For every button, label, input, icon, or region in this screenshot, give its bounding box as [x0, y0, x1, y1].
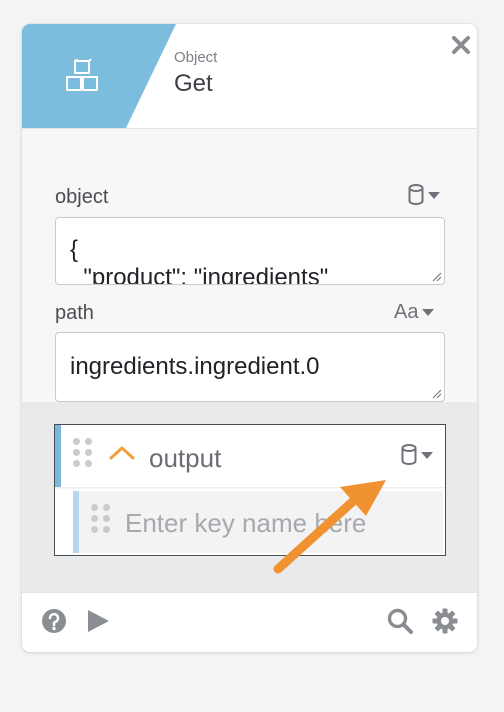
output-key-row: [73, 491, 443, 553]
chevron-down-icon: [421, 451, 433, 459]
path-input[interactable]: ingredients.ingredient.0: [55, 332, 445, 402]
object-value: { "product": "ingredients": [70, 236, 329, 285]
header-band: [22, 24, 176, 128]
database-icon: [408, 184, 424, 205]
output-label: output: [149, 443, 222, 473]
search-icon[interactable]: [386, 607, 414, 635]
output-row[interactable]: output: [55, 425, 445, 487]
text-type-icon: Aa: [394, 300, 419, 323]
output-type-dropdown[interactable]: [401, 444, 433, 466]
resize-handle-icon[interactable]: [430, 387, 442, 399]
path-type-dropdown[interactable]: Aa: [394, 300, 435, 323]
database-icon: [401, 444, 417, 465]
output-frame: output: [54, 424, 446, 556]
chevron-up-icon[interactable]: [107, 443, 137, 463]
path-field-label: path: [55, 302, 94, 324]
object-input[interactable]: { "product": "ingredients": [55, 217, 445, 285]
node-title: Get: [174, 70, 213, 97]
card-footer: [22, 592, 477, 652]
object-field-label: object: [55, 186, 109, 208]
node-category: Object: [174, 49, 218, 66]
resize-handle-icon[interactable]: [430, 270, 442, 282]
chevron-down-icon: [422, 308, 435, 316]
node-inputs: object { "product": "ingredients" path A…: [22, 128, 477, 403]
drag-handle-icon[interactable]: [91, 504, 111, 533]
cubes-icon: [66, 59, 98, 91]
chevron-down-icon: [428, 191, 440, 199]
gear-icon[interactable]: [431, 607, 459, 635]
drag-handle-icon[interactable]: [73, 438, 93, 467]
output-section: output: [22, 402, 477, 592]
card-header: Object Get: [22, 24, 477, 128]
play-icon[interactable]: [84, 607, 112, 635]
help-icon[interactable]: [40, 607, 68, 635]
key-name-input[interactable]: [123, 505, 437, 541]
object-get-card: Object Get object { "product": "ingredie…: [22, 24, 477, 652]
path-value: ingredients.ingredient.0: [70, 353, 320, 380]
close-icon[interactable]: [450, 34, 472, 56]
object-type-dropdown[interactable]: [408, 184, 440, 206]
